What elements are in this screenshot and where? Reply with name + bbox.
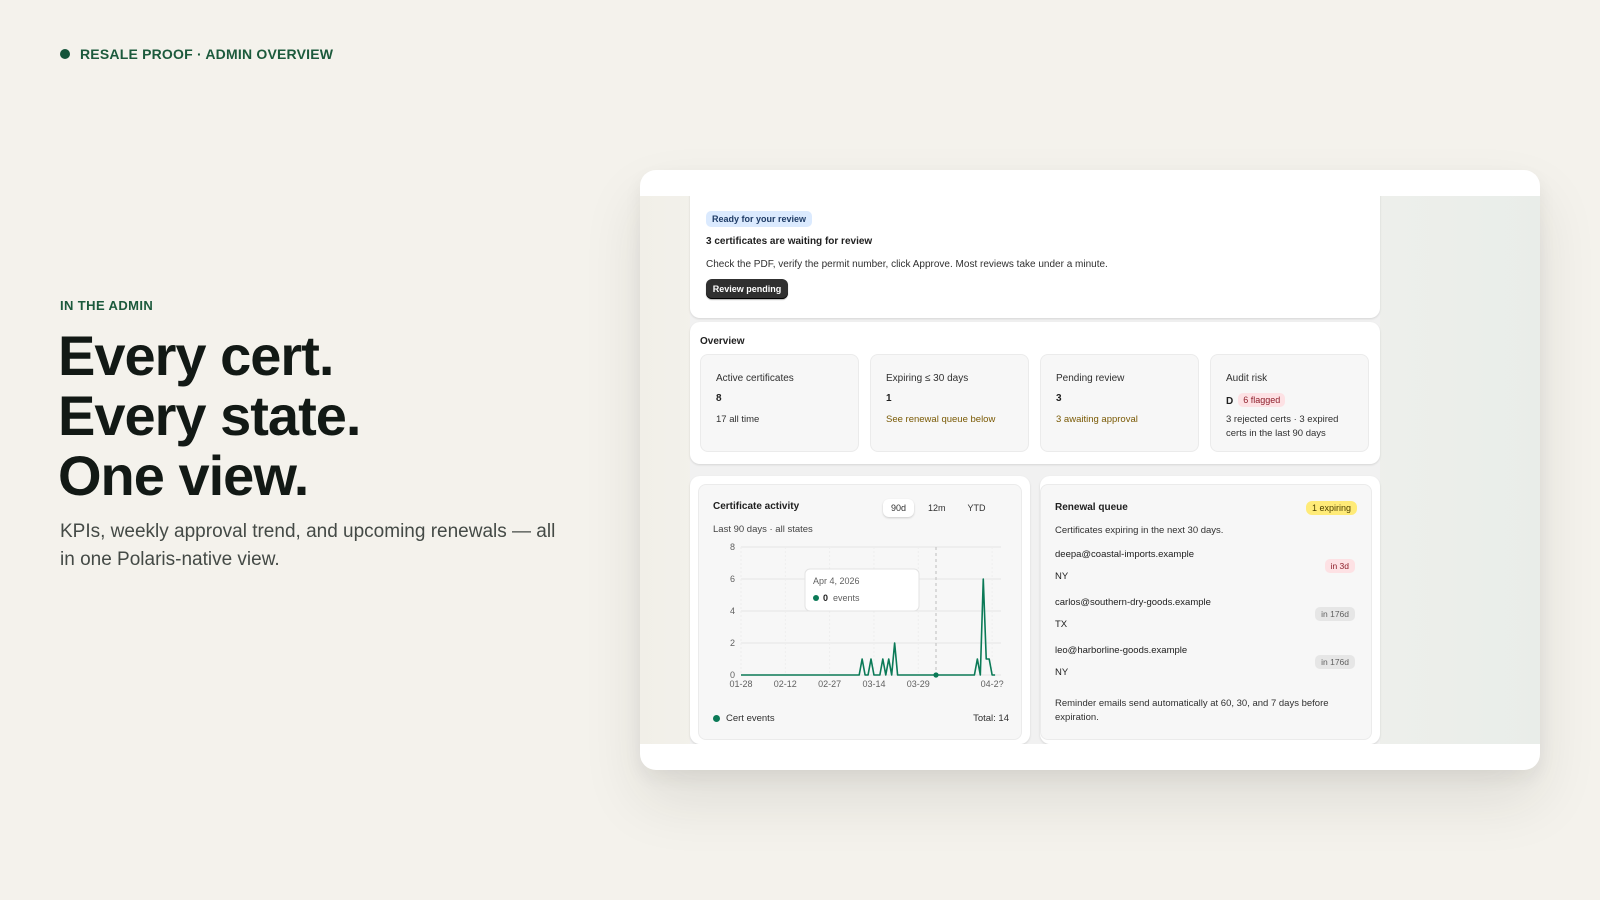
headline-line: Every state. [58, 384, 361, 447]
y-tick-label: 4 [730, 606, 735, 616]
kpi-active-certificates: Active certificates 8 17 all time [700, 354, 859, 452]
kpi-value-row: D 6 flagged [1226, 393, 1286, 407]
tooltip-value: 0 [823, 593, 828, 603]
kpi-value: 3 [1056, 393, 1062, 404]
eyebrow: RESALE PROOF · ADMIN OVERVIEW [60, 46, 333, 62]
range-ytd-button[interactable]: YTD [960, 499, 994, 517]
eyebrow-text: RESALE PROOF · ADMIN OVERVIEW [80, 46, 334, 62]
renewal-state: NY [1055, 667, 1069, 678]
renewal-title: Renewal queue [1055, 502, 1128, 513]
flagged-badge: 6 flagged [1238, 393, 1286, 407]
renewal-row[interactable]: carlos@southern-dry-goods.example TX in … [1055, 597, 1355, 637]
review-status-badge: Ready for your review [706, 211, 813, 227]
y-tick-label: 8 [730, 542, 735, 552]
review-pending-button[interactable]: Review pending [706, 279, 788, 299]
renewal-email: carlos@southern-dry-goods.example [1055, 597, 1211, 608]
activity-panel: Certificate activity Last 90 days · all … [698, 484, 1022, 740]
review-description: Check the PDF, verify the permit number,… [706, 259, 1108, 270]
activity-title: Certificate activity [713, 501, 800, 512]
range-90d-button[interactable]: 90d [883, 499, 915, 517]
activity-line-chart[interactable]: 0 2 4 6 8 01-28 02-12 02-27 03-14 03-29 04-2? Apr 4… [699, 537, 1023, 709]
review-title: 3 certificates are waiting for review [706, 236, 873, 247]
kpi-expiring: Expiring ≤ 30 days 1 See renewal queue b… [870, 354, 1029, 452]
renewal-due-badge: in 176d [1315, 607, 1355, 621]
kpi-label: Pending review [1056, 373, 1125, 384]
renewal-footer-note: Reminder emails send automatically at 60… [1055, 698, 1329, 723]
renewal-row[interactable]: deepa@coastal-imports.example NY in 3d [1055, 549, 1355, 589]
overview-title: Overview [700, 336, 745, 347]
hover-point [933, 672, 939, 678]
activity-subtitle: Last 90 days · all states [713, 524, 813, 535]
kpi-label: Expiring ≤ 30 days [886, 373, 969, 384]
kpi-value: 1 [886, 393, 892, 404]
status-dot-icon [60, 49, 70, 59]
renewal-card: Renewal queue 1 expiring Certificates ex… [1040, 476, 1380, 744]
kpi-sub-link[interactable]: See renewal queue below [886, 413, 1021, 427]
admin-screenshot-frame: Ready for your review 3 certificates are… [640, 170, 1540, 770]
legend-dot-icon [713, 715, 720, 722]
section-label: IN THE ADMIN [60, 298, 154, 313]
admin-page: Ready for your review 3 certificates are… [690, 196, 1380, 744]
renewal-email: deepa@coastal-imports.example [1055, 549, 1195, 560]
x-tick-label: 01-28 [729, 679, 752, 689]
x-tick-label: 02-27 [818, 679, 841, 689]
admin-viewport: Ready for your review 3 certificates are… [640, 196, 1540, 744]
headline-line: One view. [58, 444, 309, 507]
kpi-sub: 17 all time [716, 414, 760, 425]
renewal-due-badge: in 176d [1315, 655, 1355, 669]
renewal-panel: Renewal queue 1 expiring Certificates ex… [1040, 484, 1372, 740]
x-tick-label: 03-29 [907, 679, 930, 689]
overview-card: Overview Active certificates 8 17 all ti… [690, 322, 1380, 464]
renewal-subtitle: Certificates expiring in the next 30 day… [1055, 525, 1224, 536]
expiring-badge: 1 expiring [1305, 501, 1357, 515]
kpi-value: D [1226, 396, 1234, 407]
tooltip-series-dot-icon [813, 595, 819, 601]
renewal-email: leo@harborline-goods.example [1055, 645, 1188, 656]
range-selector: 90d 12m YTD [877, 499, 994, 517]
range-12m-button[interactable]: 12m [920, 499, 954, 517]
kpi-label: Audit risk [1226, 373, 1268, 384]
kpi-sub-link[interactable]: 3 awaiting approval [1056, 413, 1191, 427]
chart-legend: Cert events [713, 713, 775, 724]
y-tick-label: 2 [730, 638, 735, 648]
y-tick-label: 6 [730, 574, 735, 584]
x-tick-label: 03-14 [862, 679, 885, 689]
chart-total: Total: 14 [973, 713, 1009, 724]
renewal-state: NY [1055, 571, 1069, 582]
legend-label: Cert events [726, 713, 775, 724]
x-tick-label: 04-2? [981, 679, 1004, 689]
kpi-label: Active certificates [716, 373, 794, 384]
tooltip-date: Apr 4, 2026 [813, 576, 860, 586]
kpi-pending-review: Pending review 3 3 awaiting approval [1040, 354, 1199, 452]
activity-card: Certificate activity Last 90 days · all … [690, 476, 1030, 744]
kpi-audit-risk: Audit risk D 6 flagged 3 rejected certs ·… [1210, 354, 1369, 452]
headline-line: Every cert. [58, 324, 334, 387]
x-tick-label: 02-12 [774, 679, 797, 689]
renewal-due-badge: in 3d [1324, 559, 1355, 573]
tooltip-unit: events [833, 593, 860, 603]
headline: Every cert. Every state. One view. [58, 324, 361, 507]
subcopy: KPIs, weekly approval trend, and upcomin… [60, 521, 556, 570]
review-card: Ready for your review 3 certificates are… [690, 196, 1380, 318]
renewal-state: TX [1055, 619, 1068, 630]
kpi-sub: 3 rejected certs · 3 expired certs in th… [1226, 414, 1339, 439]
kpi-value: 8 [716, 393, 722, 404]
renewal-row[interactable]: leo@harborline-goods.example NY in 176d [1055, 645, 1355, 685]
